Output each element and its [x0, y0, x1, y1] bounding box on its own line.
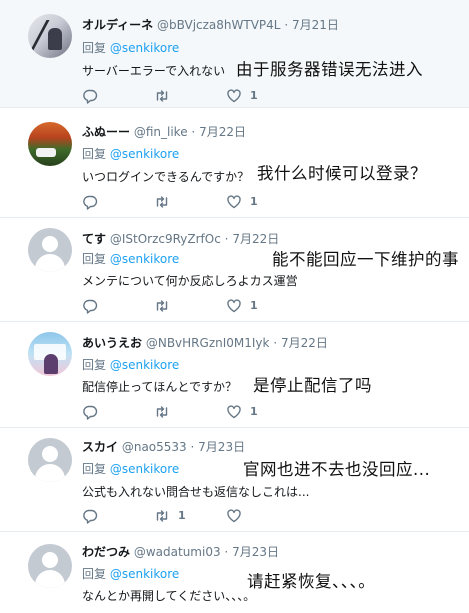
display-name[interactable]: てす	[82, 232, 106, 246]
reply-prefix: 回复	[82, 462, 107, 476]
display-name[interactable]: あいうえお	[82, 336, 142, 350]
like-count: 1	[250, 195, 258, 208]
heart-icon	[227, 509, 241, 523]
tweet-header: てす @IStOrzc9RyZrfOc · 7月22日	[82, 230, 279, 247]
tweet-text: サーバーエラーで入れない	[82, 64, 226, 78]
tweet[interactable]: ふぬーー @fin_like · 7月22日 回复 @senkikore いつロ…	[0, 108, 469, 218]
mention-link[interactable]: @senkikore	[110, 567, 179, 581]
separator: ·	[191, 125, 196, 139]
tweet[interactable]: スカイ @nao5533 · 7月23日 回复 @senkikore 公式も入れ…	[0, 428, 469, 532]
heart-icon	[227, 89, 241, 103]
reply-icon	[83, 89, 98, 104]
translation-caption: 是停止配信了吗	[253, 376, 372, 395]
user-handle[interactable]: @NBvHRGznI0M1Iyk	[146, 336, 270, 350]
tweet-header: わだつみ @wadatumi03 · 7月23日	[82, 543, 279, 560]
user-handle[interactable]: @nao5533	[122, 440, 187, 454]
like-count: 1	[250, 405, 258, 418]
avatar[interactable]	[28, 228, 72, 272]
translation-caption: 由于服务器错误无法进入	[236, 60, 423, 79]
tweet-text: いつログインできるんですか？	[82, 170, 250, 184]
like-count: 1	[250, 299, 258, 312]
mention-link[interactable]: @senkikore	[110, 252, 179, 266]
heart-icon	[227, 299, 241, 313]
tweet-header: あいうえお @NBvHRGznI0M1Iyk · 7月22日	[82, 334, 328, 351]
separator: ·	[273, 336, 278, 350]
mention-link[interactable]: @senkikore	[110, 462, 179, 476]
reply-icon	[83, 195, 98, 210]
avatar[interactable]	[28, 122, 72, 166]
tweet-date[interactable]: 7月23日	[198, 440, 245, 454]
tweet-date[interactable]: 7月23日	[232, 545, 279, 559]
reply-prefix: 回复	[82, 358, 107, 372]
user-handle[interactable]: @bBVjcza8hWTVP4L	[157, 18, 280, 32]
reply-prefix: 回复	[82, 147, 107, 161]
tweet[interactable]: あいうえお @NBvHRGznI0M1Iyk · 7月22日 回复 @senki…	[0, 322, 469, 428]
display-name[interactable]: わだつみ	[82, 545, 130, 559]
tweet[interactable]: オルディーネ @bBVjcza8hWTVP4L · 7月21日 回复 @senk…	[0, 0, 469, 108]
tweet-date[interactable]: 7月21日	[292, 18, 339, 32]
avatar[interactable]	[28, 332, 72, 376]
separator: ·	[224, 545, 229, 559]
retweet-count: 1	[178, 509, 186, 522]
like-count: 1	[250, 89, 258, 102]
retweet-icon	[156, 406, 168, 418]
reply-prefix: 回复	[82, 41, 107, 55]
reply-icon	[83, 405, 98, 420]
translation-caption: 官网也进不去也没回应...	[243, 460, 431, 479]
tweet-header: スカイ @nao5533 · 7月23日	[82, 438, 245, 455]
display-name[interactable]: オルディーネ	[82, 18, 153, 32]
reply-context: 回复 @senkikore	[82, 250, 179, 267]
tweet-date[interactable]: 7月22日	[281, 336, 328, 350]
tweet-text: 公式も入れない問合せも返信なしこれは...	[82, 485, 310, 499]
user-handle[interactable]: @fin_like	[134, 125, 188, 139]
mention-link[interactable]: @senkikore	[110, 358, 179, 372]
reply-feed: オルディーネ @bBVjcza8hWTVP4L · 7月21日 回复 @senk…	[0, 0, 469, 613]
separator: ·	[190, 440, 195, 454]
retweet-icon	[156, 300, 168, 312]
reply-prefix: 回复	[82, 252, 107, 266]
mention-link[interactable]: @senkikore	[110, 147, 179, 161]
tweet-text: 配信停止ってほんとですか？	[82, 380, 238, 394]
reply-context: 回复 @senkikore	[82, 145, 179, 162]
reply-context: 回复 @senkikore	[82, 460, 179, 477]
avatar[interactable]	[28, 544, 72, 588]
tweet-date[interactable]: 7月22日	[199, 125, 246, 139]
retweet-icon	[156, 196, 168, 208]
retweet-icon	[156, 510, 168, 522]
tweet-text: なんとか再開してください、、、。	[82, 589, 256, 603]
tweet-date[interactable]: 7月22日	[232, 232, 279, 246]
reply-icon	[83, 509, 98, 524]
translation-caption: 请赶紧恢复、、、。	[247, 572, 376, 591]
reply-context: 回复 @senkikore	[82, 565, 179, 582]
translation-caption: 能不能回应一下维护的事	[272, 250, 459, 269]
reply-context: 回复 @senkikore	[82, 356, 179, 373]
display-name[interactable]: スカイ	[82, 440, 118, 454]
tweet-header: ふぬーー @fin_like · 7月22日	[82, 123, 246, 140]
tweet[interactable]: わだつみ @wadatumi03 · 7月23日 回复 @senkikore な…	[0, 532, 469, 613]
reply-prefix: 回复	[82, 567, 107, 581]
separator: ·	[284, 18, 289, 32]
separator: ·	[224, 232, 229, 246]
translation-caption: 我什么时候可以登录？	[257, 164, 427, 183]
heart-icon	[227, 195, 241, 209]
user-handle[interactable]: @wadatumi03	[134, 545, 221, 559]
tweet-header: オルディーネ @bBVjcza8hWTVP4L · 7月21日	[82, 16, 339, 33]
display-name[interactable]: ふぬーー	[82, 125, 130, 139]
tweet[interactable]: てす @IStOrzc9RyZrfOc · 7月22日 回复 @senkikor…	[0, 218, 469, 322]
reply-context: 回复 @senkikore	[82, 39, 179, 56]
heart-icon	[227, 405, 241, 419]
mention-link[interactable]: @senkikore	[110, 41, 179, 55]
avatar[interactable]	[28, 14, 72, 58]
reply-icon	[83, 299, 98, 314]
avatar[interactable]	[28, 438, 72, 482]
retweet-icon	[156, 90, 168, 102]
tweet-text: メンテについて何か反応しろよカス運営	[82, 274, 298, 288]
user-handle[interactable]: @IStOrzc9RyZrfOc	[110, 232, 221, 246]
